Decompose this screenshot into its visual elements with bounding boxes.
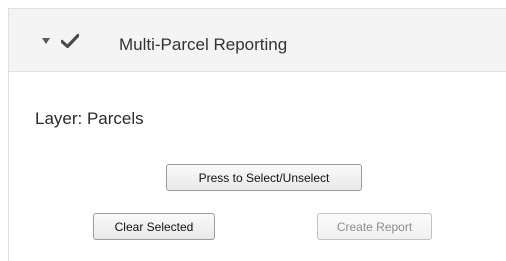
checkmark-icon bbox=[61, 34, 79, 48]
create-report-button[interactable]: Create Report bbox=[317, 213, 432, 240]
panel-title[interactable]: Multi-Parcel Reporting bbox=[119, 36, 287, 53]
select-unselect-button[interactable]: Press to Select/Unselect bbox=[166, 164, 362, 191]
caret-down-icon[interactable] bbox=[42, 38, 50, 44]
panel-header[interactable]: Multi-Parcel Reporting bbox=[9, 9, 506, 72]
clear-selected-button[interactable]: Clear Selected bbox=[93, 213, 215, 240]
multi-parcel-reporting-panel: Multi-Parcel Reporting Layer: Parcels Pr… bbox=[8, 8, 506, 261]
layer-label: Layer: Parcels bbox=[35, 109, 144, 128]
